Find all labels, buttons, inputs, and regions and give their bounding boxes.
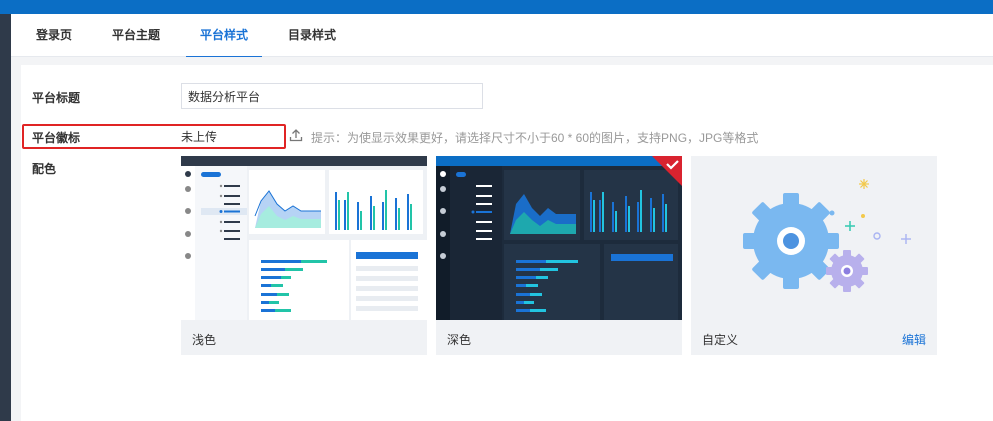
- tab-platform-style[interactable]: 平台样式: [185, 14, 263, 58]
- theme-name-custom: 自定义: [702, 333, 739, 347]
- theme-card-light[interactable]: 浅色: [181, 156, 427, 355]
- tab-bar: 登录页 平台主题 平台样式 目录样式: [11, 14, 993, 58]
- selected-check-icon: [652, 156, 682, 186]
- theme-name-dark: 深色: [447, 333, 472, 347]
- theme-name-light: 浅色: [192, 333, 217, 347]
- gear-illustration-icon: [691, 156, 937, 320]
- style-settings-panel: 平台标题 平台徽标 未上传 提示：为使显示效果更好，请选择尺寸不小于60 * 6…: [21, 65, 993, 421]
- dark-theme-preview-image: [436, 156, 682, 320]
- content-area: 平台标题 平台徽标 未上传 提示：为使显示效果更好，请选择尺寸不小于60 * 6…: [11, 57, 993, 421]
- edit-custom-theme-link[interactable]: 编辑: [902, 331, 926, 348]
- upload-icon[interactable]: [289, 128, 303, 142]
- tab-login-page[interactable]: 登录页: [36, 14, 72, 57]
- platform-title-label: 平台标题: [32, 91, 81, 105]
- top-header-bar: [0, 0, 993, 14]
- theme-card-dark[interactable]: 深色: [436, 156, 682, 355]
- light-theme-preview-image: [181, 156, 427, 320]
- platform-title-input[interactable]: [181, 83, 483, 109]
- logo-upload-hint: 提示：为使显示效果更好，请选择尺寸不小于60 * 60的图片，支持PNG，JPG…: [311, 131, 759, 145]
- color-scheme-label: 配色: [32, 162, 57, 176]
- left-sidebar-collapsed: [0, 14, 11, 421]
- logo-upload-status: 未上传: [181, 130, 218, 144]
- theme-card-custom[interactable]: 自定义 编辑: [691, 156, 937, 355]
- tab-catalog-style[interactable]: 目录样式: [288, 14, 336, 57]
- platform-logo-label: 平台徽标: [32, 131, 81, 145]
- tab-platform-theme[interactable]: 平台主题: [112, 14, 160, 57]
